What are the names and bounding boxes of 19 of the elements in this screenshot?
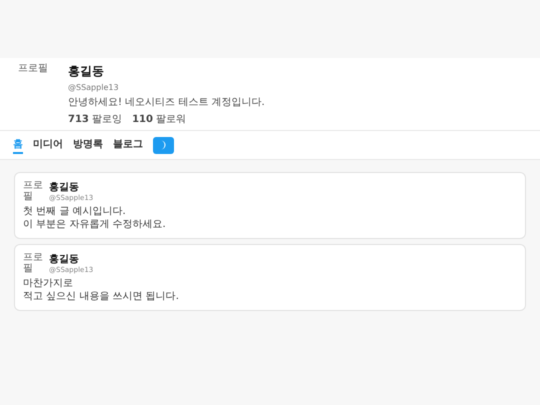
theme-toggle-button[interactable] (153, 136, 174, 154)
profile-name: 홍길동 (68, 63, 105, 80)
tab[interactable]: 미디어 (33, 136, 63, 154)
moon-icon (160, 140, 167, 150)
avatar-alt-text: 프로필 (23, 252, 43, 274)
post-text: 적고 싶으신 내용을 쓰시면 됩니다. (23, 290, 180, 303)
follow-stat[interactable]: 110 팔로워 (132, 112, 186, 126)
post-author: 홍길동 (49, 181, 80, 194)
follow-stat[interactable]: 713 팔로잉 (68, 112, 122, 126)
avatar-alt-text: 프로필 (18, 63, 49, 76)
post-text: 첫 번째 글 예시입니다. (23, 205, 127, 218)
profile-handle: @SSapple13 (68, 83, 120, 92)
tab[interactable]: 블로그 (113, 136, 143, 154)
profile-bio: 안녕하세요! 네오시티즈 테스트 계정입니다. (68, 96, 265, 109)
tab[interactable]: 방명록 (73, 136, 103, 154)
post-text: 이 부분은 자유롭게 수정하세요. (23, 218, 167, 231)
avatar-alt-text: 프로필 (23, 180, 43, 202)
post-text: 마찬가지로 (23, 277, 74, 290)
post-author: 홍길동 (49, 253, 80, 266)
